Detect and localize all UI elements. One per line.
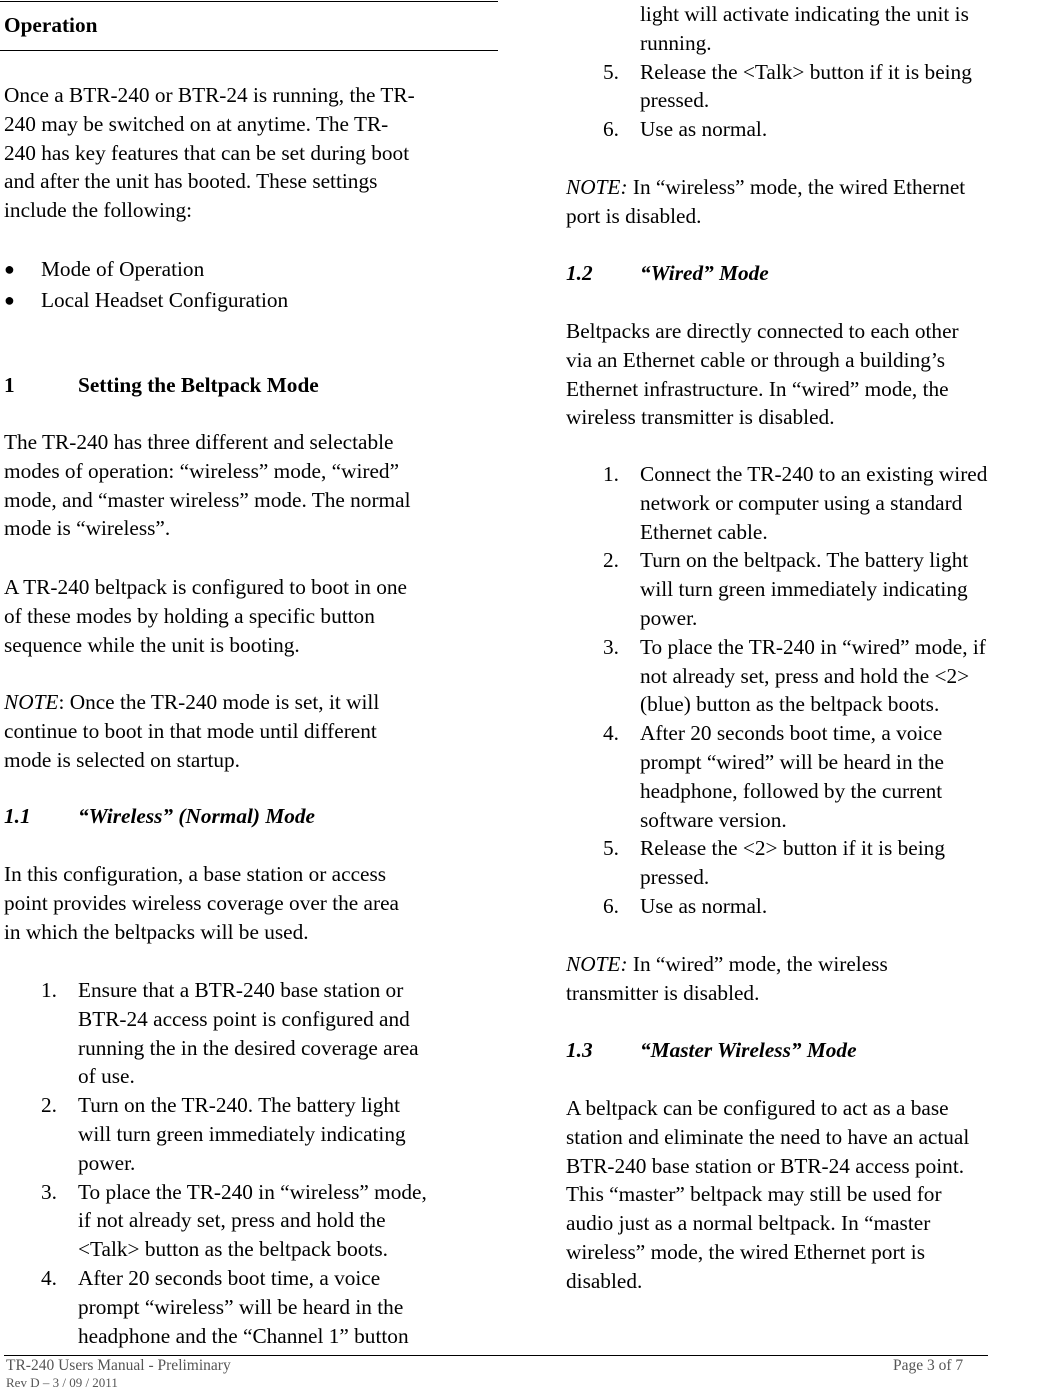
wired-steps-list: 1. Connect the TR-240 to an existing wir…: [566, 460, 1051, 921]
bullet-icon: ●: [4, 290, 15, 310]
section-title: Operation: [4, 13, 98, 37]
heading-1: 1 Setting the Beltpack Mode: [4, 373, 319, 397]
footer-revision: Rev D – 3 / 09 / 2011: [6, 1375, 118, 1390]
footer-rule: [4, 1355, 988, 1356]
list-item: 4. After 20 seconds boot time, a voice p…: [603, 721, 944, 832]
list-item: 3. To place the TR-240 in “wired” mode, …: [603, 634, 986, 717]
list-item: ● Local Headset Configuration: [4, 286, 496, 317]
boot-paragraph: A TR-240 beltpack is configured to boot …: [4, 575, 407, 657]
list-item: 1. Ensure that a BTR-240 base station or…: [41, 978, 419, 1089]
wireless-steps-list: 1. Ensure that a BTR-240 base station or…: [4, 976, 496, 1350]
feature-list: ● Mode of Operation ● Local Headset Conf…: [4, 255, 496, 317]
note-label: NOTE:: [566, 952, 628, 976]
section-top-rule: [0, 1, 498, 2]
list-item: ● Mode of Operation: [4, 255, 496, 286]
list-item: 2. Turn on the beltpack. The battery lig…: [603, 548, 969, 630]
modes-paragraph: The TR-240 has three different and selec…: [4, 430, 411, 541]
list-item: 1. Connect the TR-240 to an existing wir…: [603, 462, 988, 544]
footer-title: TR-240 Users Manual - Preliminary: [6, 1357, 231, 1374]
heading-1-3: 1.3 “Master Wireless” Mode: [566, 1038, 857, 1062]
list-item-continued: light will activate indicating the unit …: [640, 2, 969, 55]
list-item: 5. Release the <Talk> button if it is be…: [603, 59, 972, 113]
wireless-steps-continued: light will activate indicating the unit …: [566, 0, 1051, 144]
list-item: 4. After 20 seconds boot time, a voice p…: [41, 1265, 409, 1348]
list-item: 3. To place the TR-240 in “wireless” mod…: [41, 1179, 427, 1262]
note-label: NOTE:: [566, 175, 628, 199]
list-item: 6. Use as normal.: [603, 117, 768, 142]
list-item: 6. Use as normal.: [603, 893, 768, 918]
note-wired: NOTE: In “wired” mode, the wireless tran…: [566, 952, 888, 1005]
section-bottom-rule: [0, 50, 498, 51]
note-mode-set: NOTE: Once the TR-240 mode is set, it wi…: [4, 690, 380, 772]
heading-1-1: 1.1 “Wireless” (Normal) Mode: [4, 804, 316, 828]
heading-1-2: 1.2 “Wired” Mode: [566, 261, 769, 285]
intro-paragraph: Once a BTR-240 or BTR-24 is running, the…: [4, 83, 415, 223]
master-paragraph: A beltpack can be configured to act as a…: [566, 1096, 970, 1293]
bullet-icon: ●: [4, 259, 15, 279]
note-wireless: NOTE: In “wireless” mode, the wired Ethe…: [566, 175, 966, 228]
list-item: 2. Turn on the TR-240. The battery light…: [41, 1093, 406, 1175]
list-item: 5. Release the <2> button if it is being…: [603, 836, 945, 890]
wired-paragraph: Beltpacks are directly connected to each…: [566, 319, 959, 430]
page-number: Page 3 of 7: [893, 1357, 964, 1374]
note-label: NOTE: [4, 690, 59, 714]
wireless-paragraph: In this configuration, a base station or…: [4, 862, 400, 944]
